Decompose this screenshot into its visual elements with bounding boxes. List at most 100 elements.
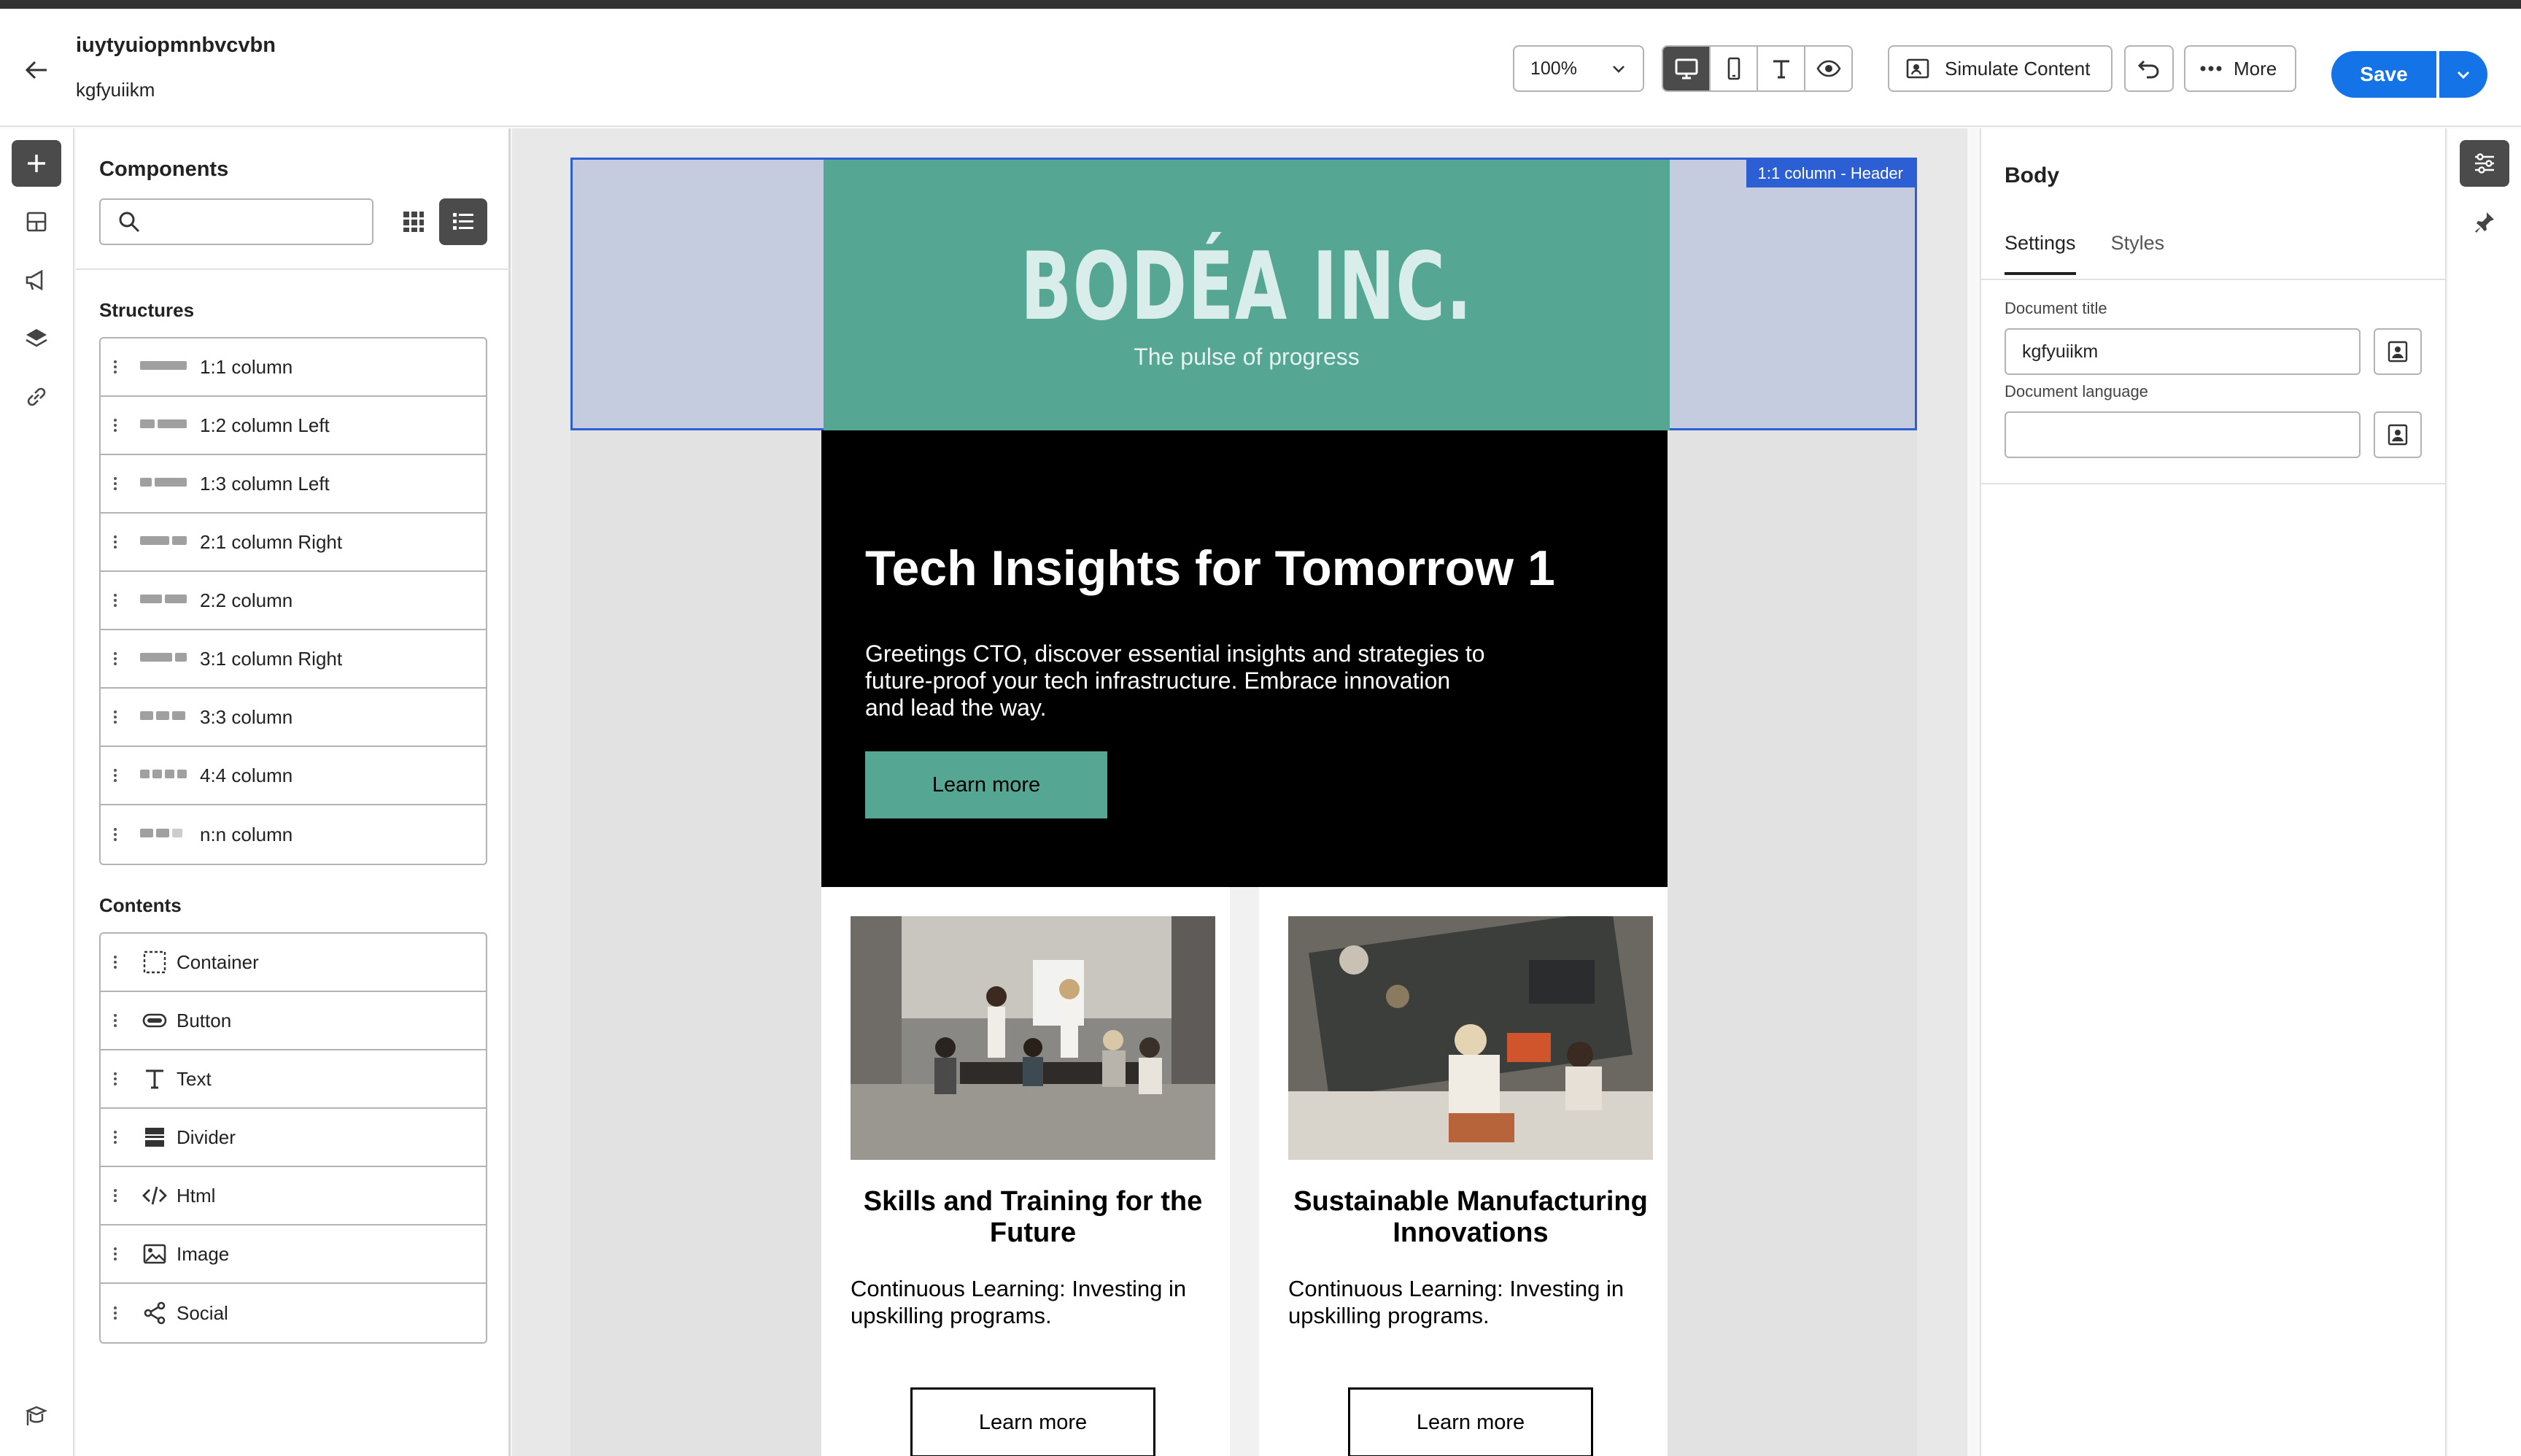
header-structure-selected[interactable]: BODÉA INC. The pulse of progress 1:1 col…	[570, 158, 1917, 430]
structure-label: 2:1 column Right	[200, 530, 343, 553]
hero-section[interactable]: Tech Insights for Tomorrow 1 Greetings C…	[821, 430, 1668, 887]
content-item-image[interactable]: Image	[101, 1225, 486, 1284]
desk-team-photo[interactable]	[1288, 916, 1653, 1160]
drag-handle-icon[interactable]	[114, 652, 124, 665]
document-name: iuytyuiopmnbvcvbn	[76, 34, 276, 57]
content-item-html[interactable]: Html	[101, 1167, 486, 1225]
content-item-text[interactable]: Text	[101, 1050, 486, 1109]
drag-handle-icon[interactable]	[114, 1189, 124, 1202]
desktop-view-button[interactable]	[1663, 47, 1711, 90]
fragments-button[interactable]	[12, 198, 61, 245]
settings-divider	[1981, 483, 2445, 484]
content-item-divider[interactable]: Divider	[101, 1109, 486, 1167]
article-card[interactable]: Skills and Training for the Future Conti…	[821, 887, 1230, 1456]
more-button[interactable]: More	[2184, 45, 2296, 92]
layers-button[interactable]	[12, 315, 61, 362]
structure-item[interactable]: 3:3 column	[101, 689, 486, 747]
structure-2-1-icon	[140, 536, 190, 548]
components-search-input[interactable]	[99, 198, 373, 245]
article-card[interactable]: Sustainable Manufacturing Innovations Co…	[1259, 887, 1668, 1456]
structure-item[interactable]: 1:2 column Left	[101, 397, 486, 455]
container-icon	[140, 948, 169, 977]
text-view-button[interactable]	[1758, 47, 1805, 90]
document-language-input[interactable]	[2005, 411, 2361, 458]
zoom-value: 100%	[1530, 58, 1577, 79]
drag-handle-icon[interactable]	[114, 535, 124, 549]
structure-item[interactable]: 2:2 column	[101, 572, 486, 630]
contents-list: Container Button Text Divider Html Image	[99, 932, 487, 1344]
pin-panel-button[interactable]	[2460, 198, 2509, 245]
structure-label: 2:2 column	[200, 589, 293, 611]
add-components-button[interactable]	[12, 140, 61, 187]
drag-handle-icon[interactable]	[114, 360, 124, 373]
zoom-select[interactable]: 100%	[1513, 45, 1644, 92]
drag-handle-icon[interactable]	[114, 710, 124, 724]
undo-button[interactable]	[2124, 45, 2174, 92]
card-text[interactable]: Continuous Learning: Investing in upskil…	[1288, 1275, 1653, 1329]
view-mode-group	[1662, 45, 1853, 92]
drag-handle-icon[interactable]	[114, 1014, 124, 1027]
learn-icon	[25, 1406, 48, 1425]
text-icon	[1773, 60, 1789, 79]
content-item-container[interactable]: Container	[101, 934, 486, 992]
properties-toggle-button[interactable]	[2460, 140, 2509, 187]
structure-item[interactable]: 2:1 column Right	[101, 514, 486, 572]
drag-handle-icon[interactable]	[114, 769, 124, 782]
assets-button[interactable]	[12, 257, 61, 303]
mobile-view-button[interactable]	[1711, 47, 1758, 90]
tab-settings[interactable]: Settings	[2005, 232, 2076, 275]
drag-handle-icon[interactable]	[114, 1247, 124, 1261]
save-options-button[interactable]	[2439, 51, 2487, 98]
content-item-social[interactable]: Social	[101, 1284, 486, 1342]
structure-item[interactable]: n:n column	[101, 805, 486, 864]
text-icon	[140, 1064, 169, 1093]
brand-header[interactable]: BODÉA INC. The pulse of progress	[824, 160, 1670, 430]
structure-item[interactable]: 1:1 column	[101, 338, 486, 397]
simulate-content-button[interactable]: Simulate Content	[1888, 45, 2113, 92]
card-learn-more-button[interactable]: Learn more	[1348, 1387, 1593, 1456]
drag-handle-icon[interactable]	[114, 1072, 124, 1085]
app-header: iuytyuiopmnbvcvbn kgfyuiikm 100% Simulat…	[0, 9, 2521, 127]
personalize-icon	[2388, 341, 2408, 363]
structure-item[interactable]: 3:1 column Right	[101, 630, 486, 689]
tab-styles[interactable]: Styles	[2111, 232, 2165, 275]
drag-handle-icon[interactable]	[114, 1306, 124, 1320]
document-language-personalize-button[interactable]	[2374, 411, 2422, 458]
drag-handle-icon[interactable]	[114, 1131, 124, 1144]
panel-divider	[76, 268, 511, 270]
structure-label: 3:3 column	[200, 705, 293, 728]
hero-text[interactable]: Greetings CTO, discover essential insigh…	[865, 640, 1492, 721]
megaphone-icon	[26, 269, 43, 291]
structure-item[interactable]: 1:3 column Left	[101, 455, 486, 514]
back-button[interactable]	[19, 53, 54, 88]
hero-title[interactable]: Tech Insights for Tomorrow 1	[865, 540, 1555, 597]
content-item-button[interactable]: Button	[101, 992, 486, 1050]
pin-icon	[2475, 212, 2494, 233]
help-button[interactable]	[12, 1393, 61, 1440]
grid-icon	[403, 212, 424, 232]
eye-icon	[1816, 60, 1840, 77]
meeting-photo[interactable]	[851, 916, 1215, 1160]
document-title-label: Document title	[2005, 299, 2107, 317]
grid-view-toggle[interactable]	[390, 198, 438, 245]
document-title-input[interactable]: kgfyuiikm	[2005, 328, 2361, 375]
drag-handle-icon[interactable]	[114, 594, 124, 607]
card-learn-more-button[interactable]: Learn more	[910, 1387, 1155, 1456]
card-title[interactable]: Sustainable Manufacturing Innovations	[1288, 1186, 1653, 1249]
links-button[interactable]	[12, 373, 61, 420]
hero-learn-more-button[interactable]: Learn more	[865, 751, 1107, 818]
save-button[interactable]: Save	[2331, 51, 2436, 98]
document-title-personalize-button[interactable]	[2374, 328, 2422, 375]
drag-handle-icon[interactable]	[114, 956, 124, 969]
card-title[interactable]: Skills and Training for the Future	[851, 1186, 1215, 1249]
structure-item[interactable]: 4:4 column	[101, 747, 486, 805]
properties-tabs: Settings Styles	[2005, 232, 2164, 275]
article-cards: Skills and Training for the Future Conti…	[821, 887, 1668, 1456]
card-text[interactable]: Continuous Learning: Investing in upskil…	[851, 1275, 1215, 1329]
list-view-toggle[interactable]	[439, 198, 487, 245]
drag-handle-icon[interactable]	[114, 419, 124, 432]
email-body[interactable]: BODÉA INC. The pulse of progress 1:1 col…	[570, 158, 1917, 1456]
drag-handle-icon[interactable]	[114, 477, 124, 490]
drag-handle-icon[interactable]	[114, 828, 124, 841]
preview-button[interactable]	[1805, 47, 1851, 90]
